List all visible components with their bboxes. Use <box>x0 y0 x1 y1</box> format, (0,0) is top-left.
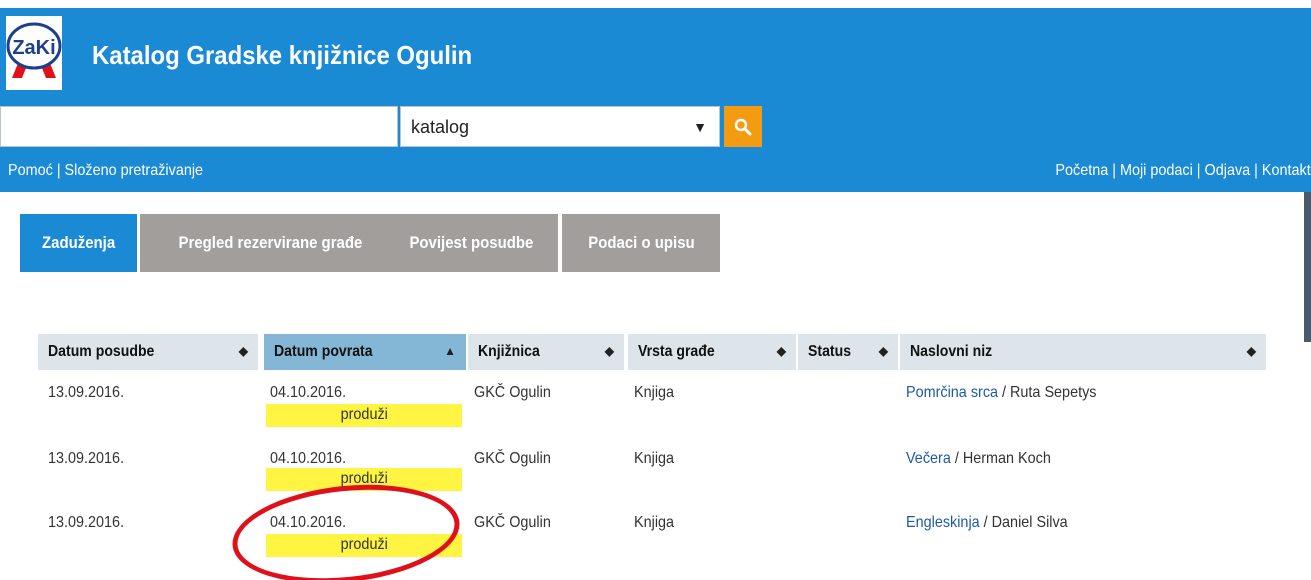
due-date-cell: 04.10.2016. <box>270 384 347 401</box>
search-icon <box>734 118 752 135</box>
loan-date-cell: 13.09.2016. <box>48 514 125 531</box>
tab-loans[interactable]: Zaduženja <box>20 214 137 272</box>
search-scope-select[interactable]: katalog ▼ <box>400 106 720 147</box>
extend-button[interactable]: produži <box>266 404 462 427</box>
column-header-due-date[interactable]: Datum povrata ▲ <box>264 334 466 370</box>
column-header-title[interactable]: Naslovni niz ◆ <box>900 334 1266 370</box>
my-data-link[interactable]: Moji podaci <box>1120 162 1193 179</box>
loan-date-cell: 13.09.2016. <box>48 384 125 401</box>
search-scope-value: katalog <box>411 117 470 137</box>
title-link[interactable]: Večera <box>906 450 951 467</box>
tab-reservations[interactable]: Pregled rezervirane građe <box>140 214 400 272</box>
dropdown-arrow-icon: ▼ <box>693 119 707 135</box>
due-date-cell: 04.10.2016. <box>270 450 347 467</box>
header-bar: ZaKi Katalog Gradske knjižnice Ogulin ka… <box>0 0 1311 192</box>
column-header-library[interactable]: Knjižnica ◆ <box>468 334 624 370</box>
column-header-loan-date[interactable]: Datum posudbe ◆ <box>38 334 258 370</box>
title-link[interactable]: Pomrčina srca <box>906 384 998 401</box>
sort-icon: ◆ <box>1246 344 1256 358</box>
tab-membership[interactable]: Podaci o upisu <box>562 214 720 272</box>
sort-ascending-icon: ▲ <box>444 344 456 358</box>
logo-text: ZaKi <box>12 37 55 59</box>
zaki-logo[interactable]: ZaKi <box>6 16 62 90</box>
library-cell: GKČ Ogulin <box>474 384 551 401</box>
top-strip <box>0 0 1311 8</box>
sort-icon: ◆ <box>238 344 248 358</box>
scrollbar[interactable] <box>1304 192 1311 342</box>
page-title: Katalog Gradske knjižnice Ogulin <box>92 40 473 70</box>
tab-loan-history[interactable]: Povijest posudbe <box>384 214 558 272</box>
title-cell: Engleskinja / Daniel Silva <box>906 514 1068 531</box>
title-cell: Pomrčina srca / Ruta Sepetys <box>906 384 1097 401</box>
title-cell: Večera / Herman Koch <box>906 450 1051 467</box>
sort-icon: ◆ <box>878 344 888 358</box>
help-links: Pomoć | Složeno pretraživanje <box>8 162 204 179</box>
contact-link[interactable]: Kontakt <box>1262 162 1311 179</box>
library-cell: GKČ Ogulin <box>474 514 551 531</box>
title-link[interactable]: Engleskinja <box>906 514 980 531</box>
sort-icon: ◆ <box>604 344 614 358</box>
column-header-status[interactable]: Status ◆ <box>798 334 898 370</box>
material-type-cell: Knjiga <box>634 514 675 531</box>
home-link[interactable]: Početna <box>1056 162 1109 179</box>
sort-icon: ◆ <box>776 344 786 358</box>
library-cell: GKČ Ogulin <box>474 450 551 467</box>
material-type-cell: Knjiga <box>634 450 675 467</box>
loan-date-cell: 13.09.2016. <box>48 450 125 467</box>
user-links: Početna | Moji podaci | Odjava | Kontakt <box>1055 162 1311 179</box>
logout-link[interactable]: Odjava <box>1205 162 1251 179</box>
search-button[interactable] <box>724 106 762 147</box>
help-link[interactable]: Pomoć <box>8 162 53 179</box>
material-type-cell: Knjiga <box>634 384 675 401</box>
advanced-search-link[interactable]: Složeno pretraživanje <box>65 162 203 179</box>
column-header-material-type[interactable]: Vrsta građe ◆ <box>628 334 796 370</box>
search-input[interactable] <box>0 106 398 147</box>
